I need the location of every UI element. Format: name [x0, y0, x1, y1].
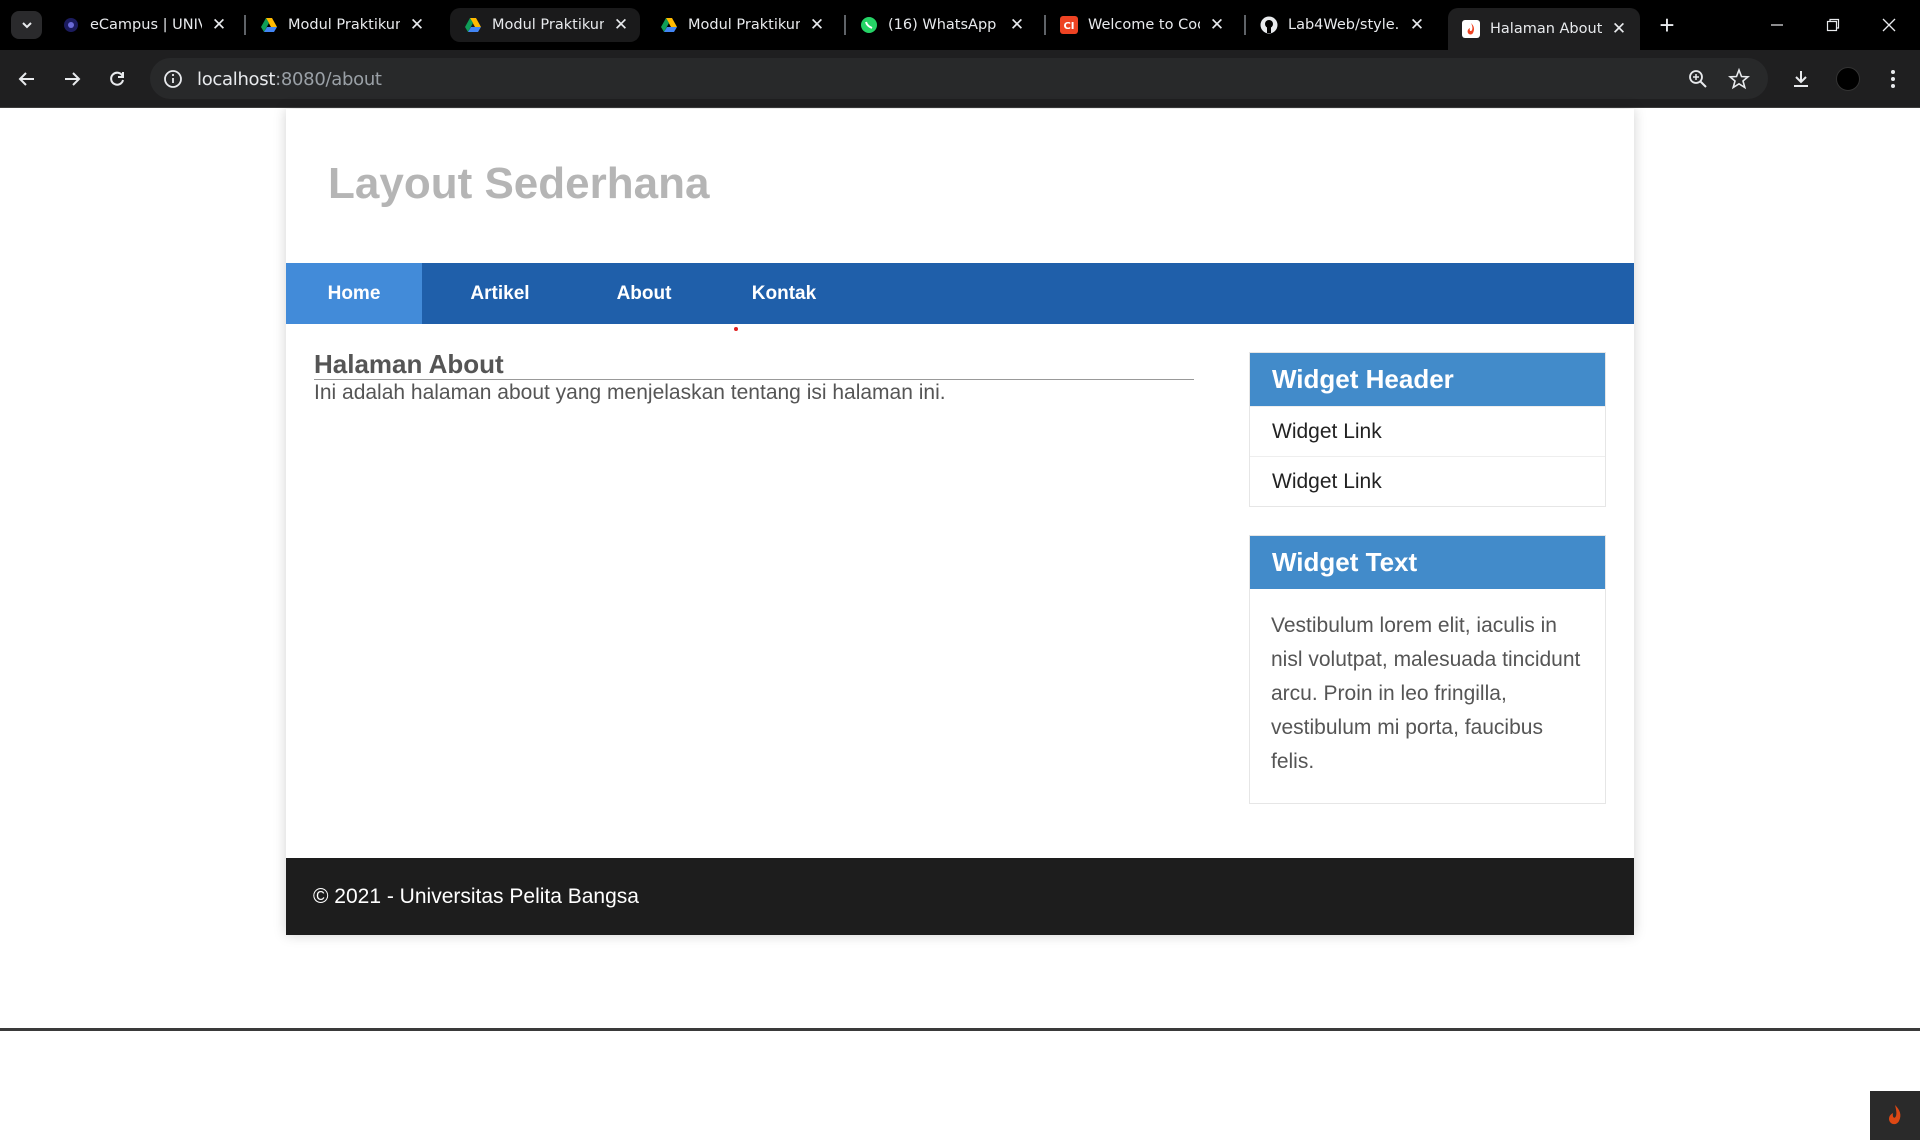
profile-avatar[interactable] [1836, 67, 1860, 91]
footer-text: © 2021 - Universitas Pelita Bangsa [313, 884, 639, 908]
nav-item-kontak[interactable]: Kontak [710, 263, 858, 324]
download-button[interactable] [1786, 64, 1816, 94]
url-path: :8080/about [275, 69, 382, 90]
tab-title: Modul Praktikum [688, 17, 800, 33]
url-text[interactable]: localhost:8080/about [197, 69, 382, 90]
nav-item-about[interactable]: About [578, 263, 710, 324]
close-icon[interactable]: ✕ [1610, 19, 1628, 39]
browser-tab[interactable]: Modul Praktikum ✕ [450, 8, 640, 42]
reload-button[interactable] [102, 64, 132, 94]
close-icon[interactable]: ✕ [612, 15, 630, 35]
cursor-dot [734, 327, 738, 331]
minimize-icon [1771, 24, 1783, 26]
browser-tab[interactable]: Modul Praktikum ✕ [646, 8, 826, 42]
browser-tab-strip: eCampus | UNIVERSITAS ✕ Modul Praktikum … [0, 0, 1920, 50]
widget-link[interactable]: Widget Link [1250, 456, 1605, 506]
github-icon [1260, 16, 1278, 34]
widget-links: Widget Header Widget Link Widget Link [1249, 352, 1606, 507]
close-icon[interactable]: ✕ [1408, 15, 1426, 35]
page-heading: Halaman About [314, 349, 1194, 380]
tab-title: Modul Praktikum [492, 17, 604, 33]
nav-item-home[interactable]: Home [286, 263, 422, 324]
codeigniter-debug-toolbar-toggle[interactable] [1870, 1091, 1920, 1140]
new-tab-button[interactable]: + [1652, 10, 1682, 40]
menu-button[interactable] [1878, 64, 1908, 94]
close-icon[interactable]: ✕ [1208, 15, 1226, 35]
page-body-text: Ini adalah halaman about yang menjelaska… [314, 381, 946, 404]
widget-link[interactable]: Widget Link [1250, 406, 1605, 456]
address-bar[interactable]: localhost:8080/about [150, 58, 1768, 99]
codeigniter-icon: CI [1060, 16, 1078, 34]
more-vert-icon [1891, 70, 1895, 88]
nav-item-artikel[interactable]: Artikel [422, 263, 578, 324]
forward-button[interactable] [57, 64, 87, 94]
back-button[interactable] [12, 64, 42, 94]
arrow-right-icon [65, 72, 81, 86]
close-icon[interactable]: ✕ [808, 15, 826, 35]
tab-title: eCampus | UNIVERSITAS [90, 17, 202, 33]
browser-tab[interactable]: (16) WhatsApp ✕ [846, 8, 1026, 42]
ecampus-icon [62, 16, 80, 34]
url-host: localhost [197, 69, 276, 90]
widget-header: Widget Header [1250, 353, 1605, 406]
restore-icon [1826, 18, 1840, 32]
page-footer: © 2021 - Universitas Pelita Bangsa [286, 858, 1634, 935]
arrow-left-icon [18, 72, 34, 86]
browser-tab-active[interactable]: Halaman About ✕ [1448, 8, 1640, 50]
close-window-button[interactable] [1866, 8, 1912, 42]
minimize-button[interactable] [1754, 8, 1800, 42]
browser-toolbar: localhost:8080/about [0, 50, 1920, 108]
star-icon[interactable] [1728, 68, 1750, 90]
codeigniter-flame-icon [1462, 20, 1480, 38]
close-icon[interactable]: ✕ [210, 15, 228, 35]
close-icon [1882, 18, 1896, 32]
tab-title: (16) WhatsApp [888, 17, 997, 33]
google-drive-icon [660, 16, 678, 34]
close-icon[interactable]: ✕ [1008, 15, 1026, 35]
tab-search-button[interactable] [11, 11, 42, 39]
page-container: Layout Sederhana Home Artikel About Kont… [286, 109, 1634, 935]
browser-tab[interactable]: Lab4Web/style.css ✕ [1246, 8, 1426, 42]
zoom-icon[interactable] [1687, 68, 1709, 90]
main-content: Halaman About Ini adalah halaman about y… [314, 349, 1194, 406]
info-icon[interactable] [162, 68, 184, 90]
site-title: Layout Sederhana [328, 159, 710, 208]
svg-text:CI: CI [1063, 21, 1074, 32]
reload-icon [110, 71, 124, 86]
widget-text: Widget Text Vestibulum lorem elit, iacul… [1249, 535, 1606, 804]
browser-tab[interactable]: eCampus | UNIVERSITAS ✕ [48, 8, 228, 42]
tab-title: Lab4Web/style.css [1288, 17, 1400, 33]
widget-text-header: Widget Text [1250, 536, 1605, 589]
flame-icon [1889, 1104, 1901, 1124]
browser-tab[interactable]: CI Welcome to CodeIgniter ✕ [1046, 8, 1226, 42]
close-icon[interactable]: ✕ [408, 15, 426, 35]
page-viewport: Layout Sederhana Home Artikel About Kont… [0, 109, 1920, 1140]
browser-tab[interactable]: Modul Praktikum ✕ [246, 8, 426, 42]
tab-title: Halaman About [1490, 21, 1602, 37]
google-drive-icon [260, 16, 278, 34]
main-navigation: Home Artikel About Kontak [286, 263, 1634, 324]
download-icon [1794, 71, 1808, 87]
tab-title: Modul Praktikum [288, 17, 400, 33]
chevron-down-icon [21, 22, 32, 29]
restore-button[interactable] [1810, 8, 1856, 42]
tab-title: Welcome to CodeIgniter [1088, 17, 1200, 33]
whatsapp-icon [860, 16, 878, 34]
google-drive-icon [464, 16, 482, 34]
widget-text-body: Vestibulum lorem elit, iaculis in nisl v… [1271, 614, 1581, 773]
